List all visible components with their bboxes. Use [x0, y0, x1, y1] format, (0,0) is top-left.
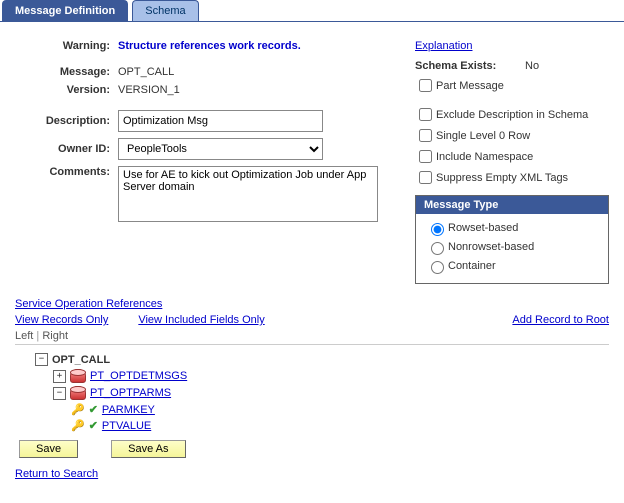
- owner-select[interactable]: PeopleTools: [118, 138, 323, 160]
- owner-label: Owner ID:: [15, 143, 118, 155]
- record-icon: [70, 369, 86, 383]
- exclude-desc-label: Exclude Description in Schema: [436, 109, 588, 121]
- part-message-checkbox[interactable]: [419, 79, 432, 92]
- version-label: Version:: [15, 84, 118, 96]
- add-record-link[interactable]: Add Record to Root: [512, 314, 609, 326]
- return-link[interactable]: Return to Search: [15, 468, 98, 480]
- key-icon: 🔑: [71, 403, 85, 416]
- service-op-link[interactable]: Service Operation References: [15, 298, 162, 310]
- nonrowset-radio[interactable]: [431, 242, 444, 255]
- suppress-empty-checkbox[interactable]: [419, 171, 432, 184]
- expand-icon[interactable]: +: [53, 370, 66, 383]
- description-label: Description:: [15, 115, 118, 127]
- message-label: Message:: [15, 66, 118, 78]
- tree-field1[interactable]: PARMKEY: [102, 404, 155, 416]
- check-icon: ✔: [89, 403, 98, 416]
- form-left: Warning: Structure references work recor…: [15, 32, 385, 284]
- check-icon: ✔: [89, 419, 98, 432]
- container-radio[interactable]: [431, 261, 444, 274]
- tab-bar: Message Definition Schema: [0, 0, 624, 22]
- explanation-link[interactable]: Explanation: [415, 40, 473, 52]
- comments-label: Comments:: [15, 166, 118, 178]
- tree-child2[interactable]: PT_OPTPARMS: [90, 387, 171, 399]
- left-right-toggle: Left | Right: [15, 330, 609, 342]
- tree-root: OPT_CALL: [52, 354, 110, 366]
- version-value: VERSION_1: [118, 84, 180, 96]
- include-ns-checkbox[interactable]: [419, 150, 432, 163]
- tree-child1[interactable]: PT_OPTDETMSGS: [90, 370, 187, 382]
- part-message-label: Part Message: [436, 80, 504, 92]
- message-type-box: Message Type Rowset-based Nonrowset-base…: [415, 195, 609, 284]
- record-icon: [70, 386, 86, 400]
- description-input[interactable]: [118, 110, 323, 132]
- comments-textarea[interactable]: Use for AE to kick out Optimization Job …: [118, 166, 378, 222]
- schema-exists-label: Schema Exists:: [415, 60, 525, 72]
- warning-label: Warning:: [15, 40, 118, 52]
- view-records-link[interactable]: View Records Only: [15, 314, 108, 326]
- tree-field2[interactable]: PTVALUE: [102, 420, 151, 432]
- container-label: Container: [448, 260, 496, 272]
- single-level-checkbox[interactable]: [419, 129, 432, 142]
- form-right: Explanation Schema Exists: No Part Messa…: [415, 32, 609, 284]
- save-as-button[interactable]: Save As: [111, 440, 185, 458]
- collapse-icon[interactable]: −: [35, 353, 48, 366]
- single-level-label: Single Level 0 Row: [436, 130, 530, 142]
- tab-message-definition[interactable]: Message Definition: [2, 0, 128, 21]
- exclude-desc-checkbox[interactable]: [419, 108, 432, 121]
- warning-text: Structure references work records.: [118, 40, 301, 52]
- collapse-icon[interactable]: −: [53, 387, 66, 400]
- rowset-label: Rowset-based: [448, 222, 518, 234]
- suppress-empty-label: Suppress Empty XML Tags: [436, 172, 568, 184]
- rowset-radio[interactable]: [431, 223, 444, 236]
- record-tree: − OPT_CALL + PT_OPTDETMSGS − PT_OPTPARMS…: [15, 353, 609, 432]
- message-type-header: Message Type: [416, 196, 608, 214]
- right-toggle[interactable]: Right: [42, 330, 68, 342]
- message-value: OPT_CALL: [118, 66, 174, 78]
- view-included-link[interactable]: View Included Fields Only: [138, 314, 264, 326]
- left-toggle[interactable]: Left: [15, 330, 33, 342]
- include-ns-label: Include Namespace: [436, 151, 533, 163]
- key-icon: 🔑: [71, 419, 85, 432]
- nonrowset-label: Nonrowset-based: [448, 241, 534, 253]
- tab-schema[interactable]: Schema: [132, 0, 198, 21]
- save-button[interactable]: Save: [19, 440, 78, 458]
- schema-exists-value: No: [525, 60, 539, 72]
